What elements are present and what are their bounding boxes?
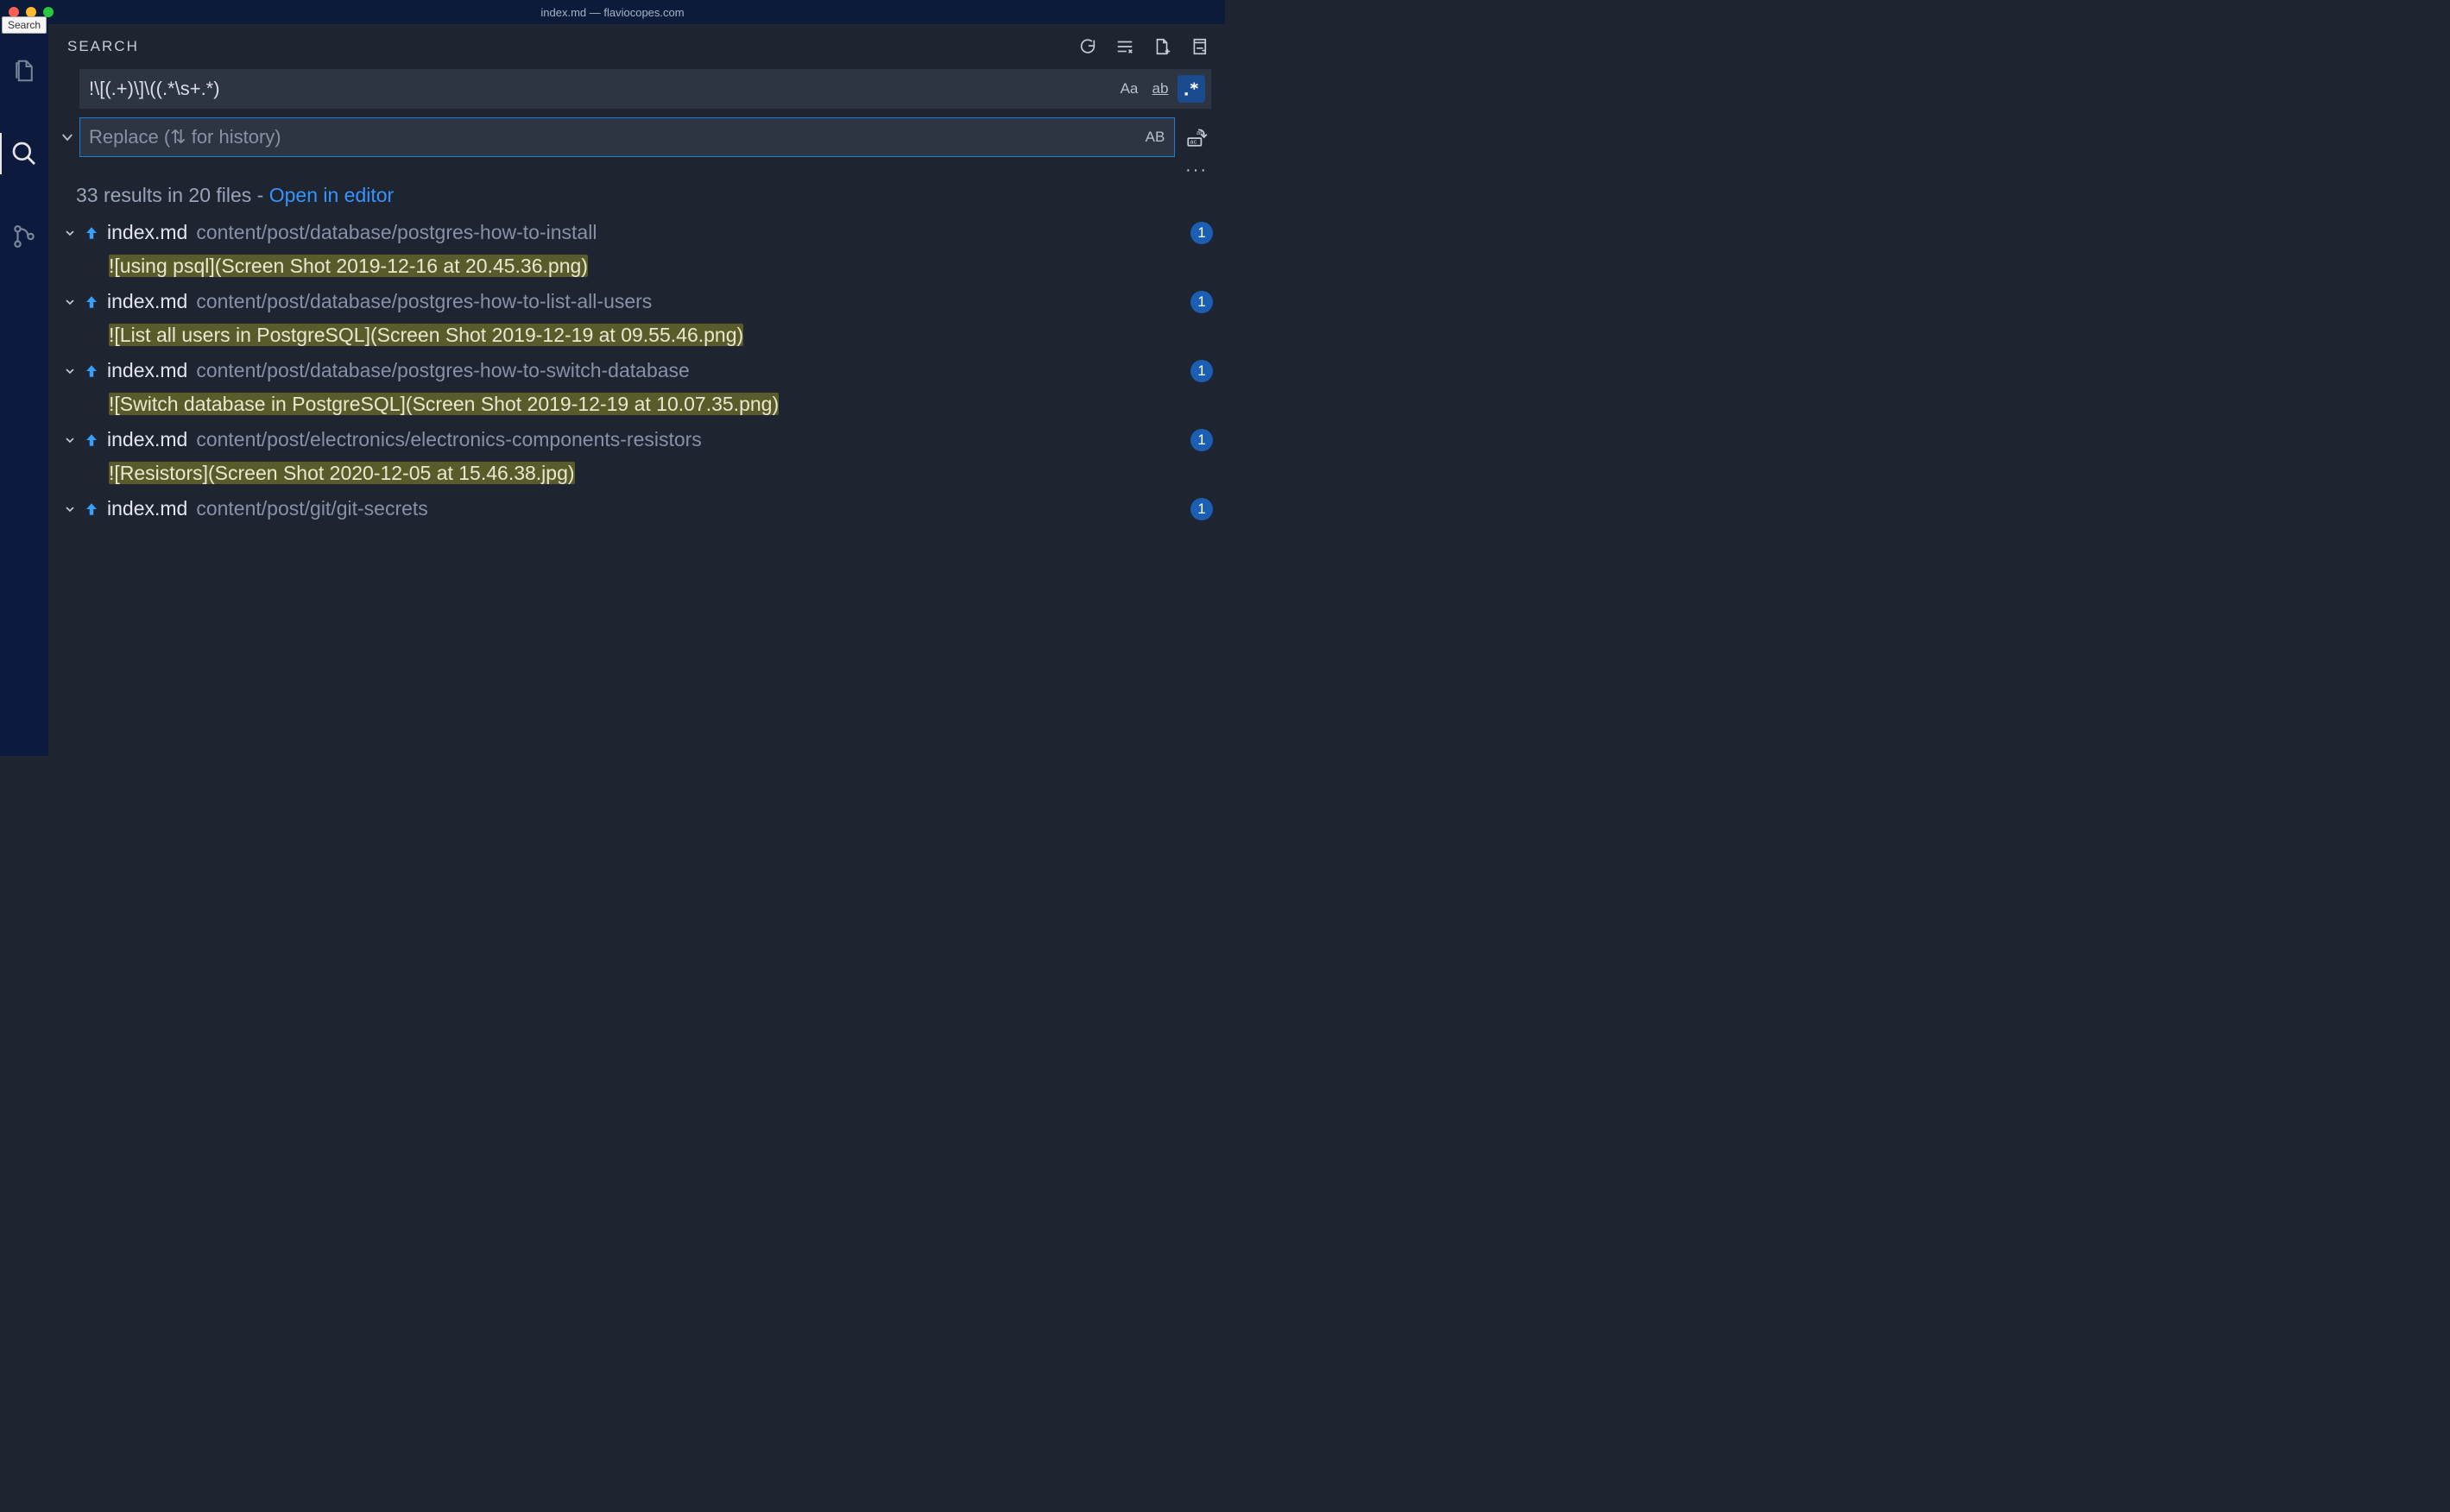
- file-name: index.md: [107, 290, 187, 313]
- more-options-icon[interactable]: ···: [1185, 161, 1208, 180]
- match-line[interactable]: ![Switch database in PostgreSQL](Screen …: [59, 387, 1225, 421]
- match-count-badge: 1: [1190, 429, 1213, 451]
- markdown-file-icon: [81, 362, 102, 380]
- file-name: index.md: [107, 497, 187, 520]
- markdown-file-icon: [81, 432, 102, 449]
- chevron-down-icon: [59, 502, 81, 516]
- search-tab[interactable]: [0, 129, 48, 178]
- file-result-header[interactable]: index.md content/post/database/postgres-…: [59, 216, 1225, 249]
- explorer-tab[interactable]: [0, 47, 48, 95]
- file-result-header[interactable]: index.md content/post/electronics/electr…: [59, 423, 1225, 457]
- file-result-header[interactable]: index.md content/post/git/git-secrets 1: [59, 492, 1225, 526]
- file-path: content/post/database/postgres-how-to-li…: [196, 290, 1182, 313]
- new-file-icon[interactable]: [1152, 36, 1171, 57]
- search-tooltip: Search: [2, 16, 47, 34]
- file-path: content/post/git/git-secrets: [196, 497, 1182, 520]
- replace-placeholder: Replace (⇅ for history): [89, 126, 1141, 148]
- search-input[interactable]: !\[(.+)\]\((.*\s+.*) Aa ab: [79, 69, 1211, 109]
- chevron-down-icon: [59, 226, 81, 240]
- match-count-badge: 1: [1190, 222, 1213, 244]
- toggle-replace-icon[interactable]: [60, 129, 75, 145]
- panel-title: SEARCH: [67, 38, 139, 55]
- results-summary: 33 results in 20 files - Open in editor: [48, 180, 1225, 216]
- regex-toggle[interactable]: [1178, 75, 1205, 103]
- markdown-file-icon: [81, 224, 102, 242]
- svg-text:ac: ac: [1190, 138, 1197, 146]
- match-word-toggle[interactable]: ab: [1146, 75, 1174, 103]
- match-line[interactable]: ![List all users in PostgreSQL](Screen S…: [59, 318, 1225, 352]
- collapse-all-icon[interactable]: [1189, 37, 1208, 56]
- file-name: index.md: [107, 428, 187, 451]
- refresh-icon[interactable]: [1078, 37, 1097, 56]
- file-path: content/post/database/postgres-how-to-sw…: [196, 359, 1182, 382]
- preserve-case-toggle[interactable]: AB: [1141, 123, 1169, 151]
- search-input-value: !\[(.+)\]\((.*\s+.*): [89, 78, 1115, 100]
- replace-input[interactable]: Replace (⇅ for history) AB: [79, 117, 1175, 157]
- search-panel: SEARCH: [48, 24, 1225, 756]
- markdown-file-icon: [81, 501, 102, 518]
- file-name: index.md: [107, 221, 187, 244]
- match-case-toggle[interactable]: Aa: [1115, 75, 1143, 103]
- activity-bar: [0, 24, 48, 756]
- chevron-down-icon: [59, 364, 81, 378]
- match-count-badge: 1: [1190, 291, 1213, 313]
- clear-results-icon[interactable]: [1114, 37, 1135, 56]
- file-name: index.md: [107, 359, 187, 382]
- source-control-tab[interactable]: [0, 212, 48, 261]
- markdown-file-icon: [81, 293, 102, 311]
- svg-text:ab: ab: [1197, 129, 1203, 136]
- match-count-badge: 1: [1190, 498, 1213, 520]
- file-result-header[interactable]: index.md content/post/database/postgres-…: [59, 354, 1225, 387]
- chevron-down-icon: [59, 433, 81, 447]
- match-line[interactable]: ![Resistors](Screen Shot 2020-12-05 at 1…: [59, 457, 1225, 490]
- match-count-badge: 1: [1190, 360, 1213, 382]
- window-title: index.md — flaviocopes.com: [540, 6, 684, 19]
- file-path: content/post/database/postgres-how-to-in…: [196, 221, 1182, 244]
- file-result-header[interactable]: index.md content/post/database/postgres-…: [59, 285, 1225, 318]
- results-list: index.md content/post/database/postgres-…: [48, 216, 1225, 756]
- file-path: content/post/electronics/electronics-com…: [196, 428, 1182, 451]
- match-line[interactable]: ![using psql](Screen Shot 2019-12-16 at …: [59, 249, 1225, 283]
- replace-all-button[interactable]: abac: [1182, 117, 1211, 157]
- titlebar: index.md — flaviocopes.com Search: [0, 0, 1225, 24]
- open-in-editor-link[interactable]: Open in editor: [269, 184, 394, 206]
- chevron-down-icon: [59, 295, 81, 309]
